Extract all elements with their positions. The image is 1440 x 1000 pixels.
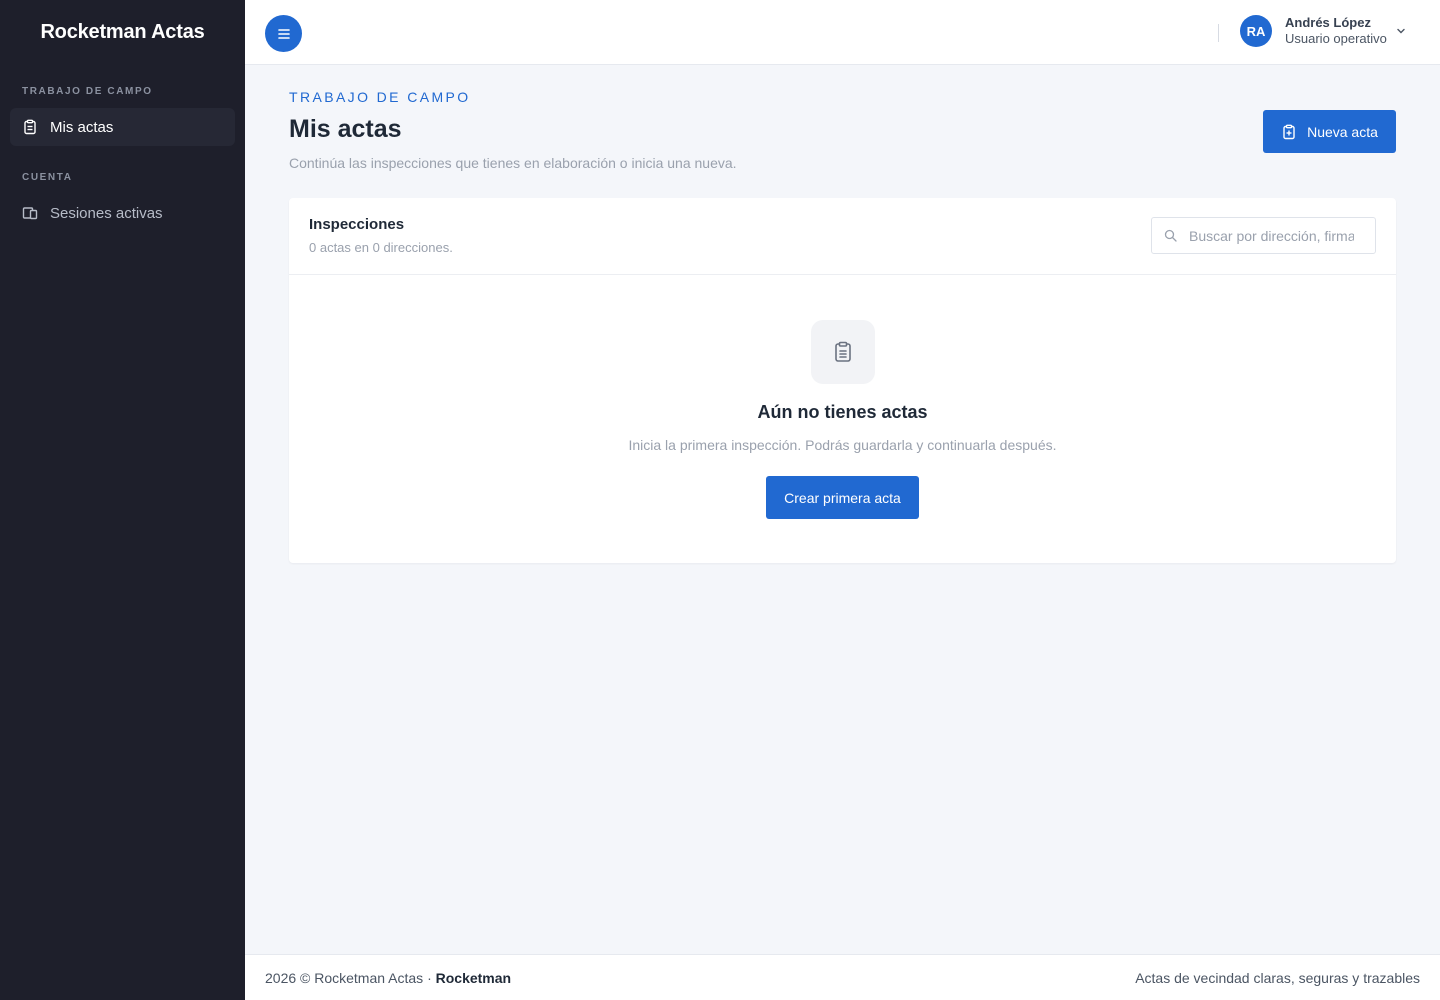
footer-left-text: 2026 © Rocketman Actas · xyxy=(265,969,436,986)
card-summary: 0 actas en 0 direcciones. xyxy=(309,240,453,255)
search-icon xyxy=(1164,229,1177,242)
new-acta-label: Nueva acta xyxy=(1307,123,1378,140)
topbar: RA Andrés López Usuario operativo xyxy=(245,0,1440,65)
user-role: Usuario operativo xyxy=(1285,31,1387,46)
devices-icon xyxy=(22,205,38,221)
nav-section-label: CUENTA xyxy=(22,172,73,183)
menu-toggle-button[interactable] xyxy=(265,15,302,52)
empty-clipboard-icon xyxy=(811,320,875,384)
empty-state: Aún no tienes actas Inicia la primera in… xyxy=(289,275,1396,563)
inspections-card: Inspecciones 0 actas en 0 direcciones. A… xyxy=(289,198,1396,563)
footer: 2026 © Rocketman Actas · Rocketman Actas… xyxy=(245,954,1440,1000)
footer-brand-link[interactable]: Rocketman xyxy=(436,970,511,986)
page-eyebrow: TRABAJO DE CAMPO xyxy=(289,89,471,105)
topbar-divider xyxy=(1218,24,1219,42)
user-name: Andrés López xyxy=(1285,15,1371,30)
page-subtitle: Continúa las inspecciones que tienes en … xyxy=(289,155,737,171)
create-first-acta-button[interactable]: Crear primera acta xyxy=(766,476,919,519)
clipboard-icon xyxy=(22,119,38,135)
sidebar-item-sesiones-activas[interactable]: Sesiones activas xyxy=(10,194,235,232)
sidebar-item-label: Sesiones activas xyxy=(50,204,163,222)
user-menu[interactable]: RA Andrés López Usuario operativo xyxy=(1240,15,1407,47)
menu-icon xyxy=(277,28,290,39)
sidebar-item-mis-actas[interactable]: Mis actas xyxy=(10,108,235,146)
footer-copyright: 2026 © Rocketman Actas · Rocketman xyxy=(265,970,511,986)
main-content: TRABAJO DE CAMPO Mis actas Continúa las … xyxy=(245,65,1440,954)
sidebar: Rocketman Actas TRABAJO DE CAMPO Mis act… xyxy=(0,0,245,1000)
page-title: Mis actas xyxy=(289,115,402,143)
new-acta-button[interactable]: Nueva acta xyxy=(1263,110,1396,153)
card-header: Inspecciones 0 actas en 0 direcciones. xyxy=(289,198,1396,275)
sidebar-item-label: Mis actas xyxy=(50,118,114,136)
search-input[interactable] xyxy=(1189,227,1354,244)
footer-tagline: Actas de vecindad claras, seguras y traz… xyxy=(1135,969,1420,986)
user-info: Andrés López Usuario operativo xyxy=(1285,15,1387,47)
chevron-down-icon xyxy=(1395,25,1407,37)
brand-logo[interactable]: Rocketman Actas xyxy=(0,0,245,65)
empty-text: Inicia la primera inspección. Podrás gua… xyxy=(628,437,1057,453)
search-box[interactable] xyxy=(1151,217,1376,254)
clipboard-plus-icon xyxy=(1281,124,1297,140)
card-title: Inspecciones xyxy=(309,216,405,233)
empty-title: Aún no tienes actas xyxy=(757,402,928,422)
avatar: RA xyxy=(1240,15,1272,47)
nav-section-label: TRABAJO DE CAMPO xyxy=(22,86,153,97)
